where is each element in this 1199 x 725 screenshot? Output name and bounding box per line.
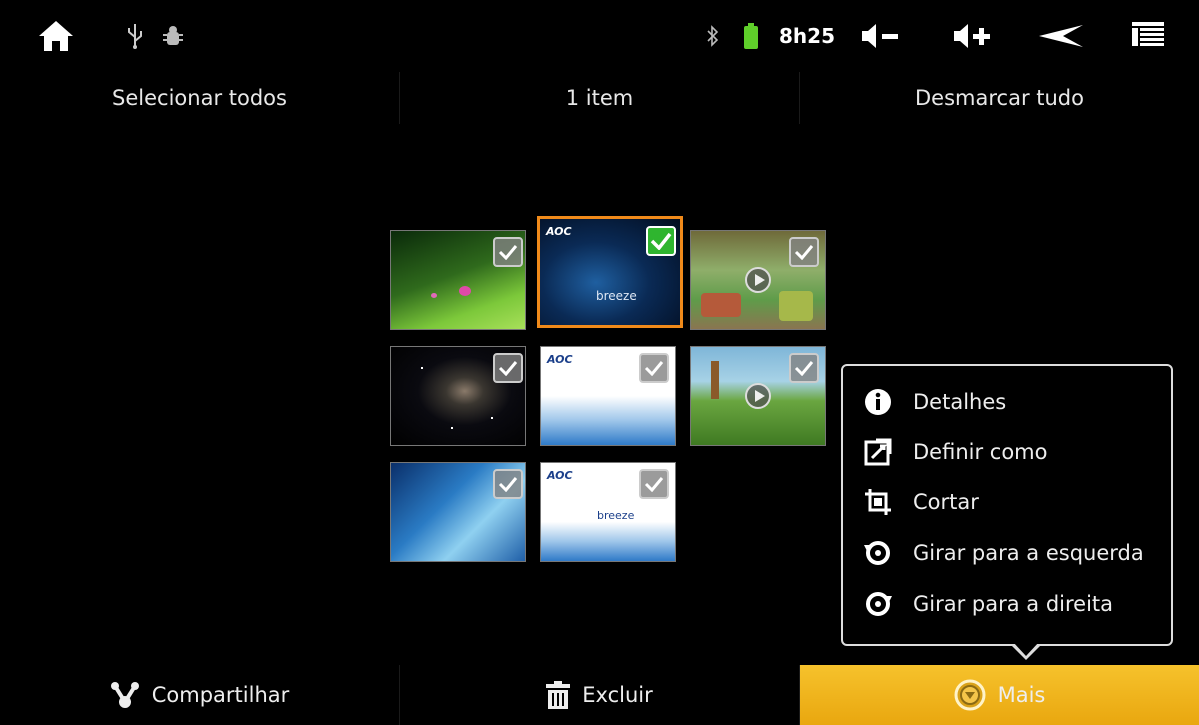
menu-item-rotate-left[interactable]: Girar para a esquerda — [863, 532, 1144, 574]
checkbox[interactable] — [639, 353, 669, 383]
checkbox[interactable] — [493, 237, 523, 267]
debug-icon — [160, 16, 186, 56]
checkbox[interactable] — [639, 469, 669, 499]
delete-button[interactable]: Excluir — [400, 665, 800, 725]
thumb-logo: AOC — [547, 353, 573, 366]
play-icon — [745, 383, 771, 409]
volume-up-icon[interactable] — [950, 16, 994, 56]
thumb-caption: breeze — [596, 289, 637, 303]
thumb-logo: AOC — [547, 469, 573, 482]
share-icon — [110, 682, 140, 708]
home-icon[interactable] — [34, 16, 78, 56]
battery-icon — [742, 16, 760, 56]
volume-down-icon[interactable] — [858, 16, 902, 56]
checkbox[interactable] — [789, 353, 819, 383]
gallery-item[interactable] — [390, 346, 526, 446]
menu-item-label: Girar para a direita — [913, 592, 1114, 616]
more-label: Mais — [997, 683, 1046, 707]
rotate-left-icon — [863, 538, 893, 568]
menu-item-details[interactable]: Detalhes — [863, 381, 1006, 423]
selection-count: 1 item — [400, 72, 800, 124]
menu-item-label: Definir como — [913, 440, 1048, 464]
checkbox-checked[interactable] — [646, 226, 676, 256]
play-icon — [745, 267, 771, 293]
menu-item-rotate-right[interactable]: Girar para a direita — [863, 583, 1113, 625]
checkbox[interactable] — [493, 469, 523, 499]
gallery-item[interactable]: AOC breeze — [537, 216, 683, 328]
select-all-button[interactable]: Selecionar todos — [0, 72, 400, 124]
menu-item-set-as[interactable]: Definir como — [863, 431, 1047, 473]
delete-label: Excluir — [582, 683, 653, 707]
bottom-action-bar: Compartilhar Excluir Mais — [0, 665, 1199, 725]
trash-icon — [546, 681, 571, 709]
crop-icon — [863, 487, 893, 517]
gallery-screen: 8h25 Selecionar todos 1 item Desmarcar t… — [0, 0, 1199, 725]
gallery-item-video[interactable] — [690, 346, 826, 446]
checkbox[interactable] — [789, 237, 819, 267]
clock: 8h25 — [779, 24, 835, 48]
menu-item-label: Cortar — [913, 490, 979, 514]
set-as-icon — [863, 437, 893, 467]
share-button[interactable]: Compartilhar — [0, 665, 400, 725]
info-icon — [863, 387, 893, 417]
checkbox[interactable] — [493, 353, 523, 383]
gallery-item[interactable] — [390, 462, 526, 562]
back-icon[interactable] — [1036, 16, 1086, 56]
thumb-logo: AOC — [546, 225, 572, 238]
menu-pointer — [1010, 642, 1042, 660]
selection-action-bar: Selecionar todos 1 item Desmarcar tudo — [0, 72, 1199, 124]
share-label: Compartilhar — [151, 683, 290, 707]
more-options-menu: Detalhes Definir como Cortar Girar para … — [841, 364, 1173, 646]
gallery-item-video[interactable] — [690, 230, 826, 330]
menu-item-label: Girar para a esquerda — [913, 541, 1144, 565]
rotate-right-icon — [863, 589, 893, 619]
gallery-item[interactable]: AOC breeze — [540, 462, 676, 562]
bluetooth-icon — [702, 16, 724, 56]
thumb-caption: breeze — [597, 509, 635, 522]
gallery-item[interactable] — [390, 230, 526, 330]
more-icon — [954, 679, 986, 711]
usb-icon — [124, 16, 146, 56]
menu-item-crop[interactable]: Cortar — [863, 481, 979, 523]
gallery-item[interactable]: AOC — [540, 346, 676, 446]
deselect-all-button[interactable]: Desmarcar tudo — [800, 72, 1199, 124]
menu-icon[interactable] — [1131, 16, 1165, 56]
status-bar: 8h25 — [0, 0, 1199, 72]
menu-item-label: Detalhes — [913, 390, 1007, 414]
more-button[interactable]: Mais — [800, 665, 1199, 725]
